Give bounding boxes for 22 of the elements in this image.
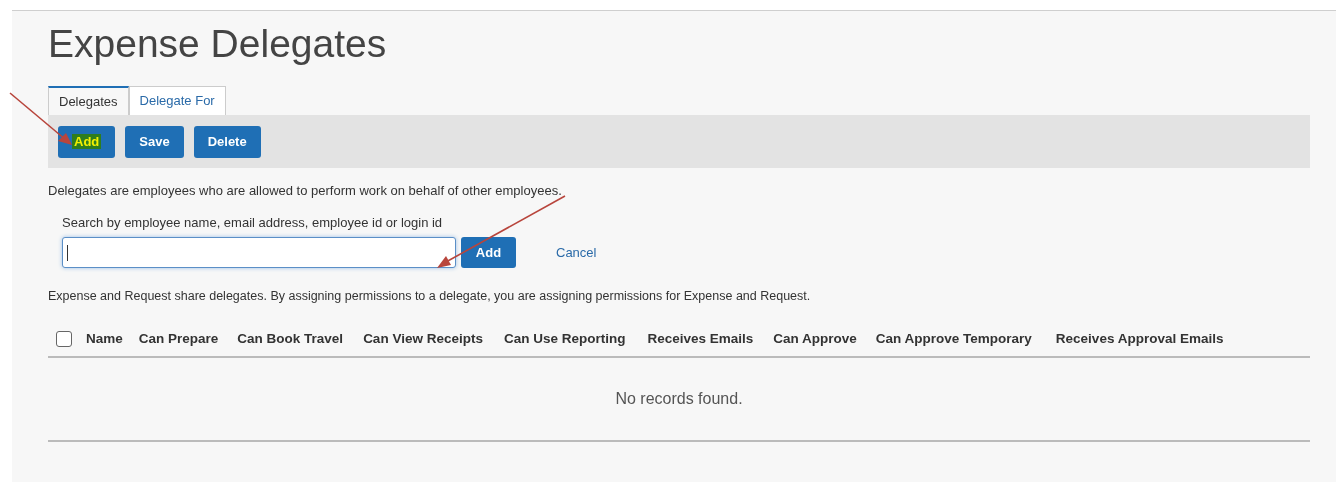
column-header: Can Approve Temporary bbox=[875, 329, 1032, 348]
column-header: Can Prepare bbox=[138, 329, 219, 348]
info-text: Expense and Request share delegates. By assigning permissions to a delegate, you are assigning permissions for Expense and Request. bbox=[48, 288, 811, 305]
tab[interactable]: Delegate For bbox=[128, 86, 226, 115]
column-header: Can Use Reporting bbox=[503, 329, 626, 348]
toolbar-button[interactable]: Delete bbox=[193, 125, 261, 158]
tab[interactable]: Delegates bbox=[48, 86, 129, 115]
search-field[interactable] bbox=[62, 237, 456, 268]
toolbar-button[interactable]: Add bbox=[58, 125, 116, 158]
column-header: Can View Receipts bbox=[363, 329, 483, 348]
empty-message: No records found. bbox=[615, 388, 743, 409]
description-text: Delegates are employees who are allowed to perform work on behalf of other employees. bbox=[48, 182, 562, 200]
column-header: Receives Approval Emails bbox=[1055, 329, 1224, 348]
column-header: Name bbox=[86, 329, 123, 348]
search-label: Search by employee name, email address, employee id or login id bbox=[62, 213, 443, 232]
toolbar-button[interactable]: Save bbox=[125, 125, 184, 158]
cancel-link[interactable]: Cancel bbox=[556, 242, 597, 263]
column-header: Can Approve bbox=[773, 329, 857, 348]
column-header: Receives Emails bbox=[647, 329, 754, 348]
page-title: Expense Delegates bbox=[48, 21, 387, 67]
add-button[interactable]: Add bbox=[461, 237, 516, 268]
column-header: Can Book Travel bbox=[237, 329, 344, 348]
